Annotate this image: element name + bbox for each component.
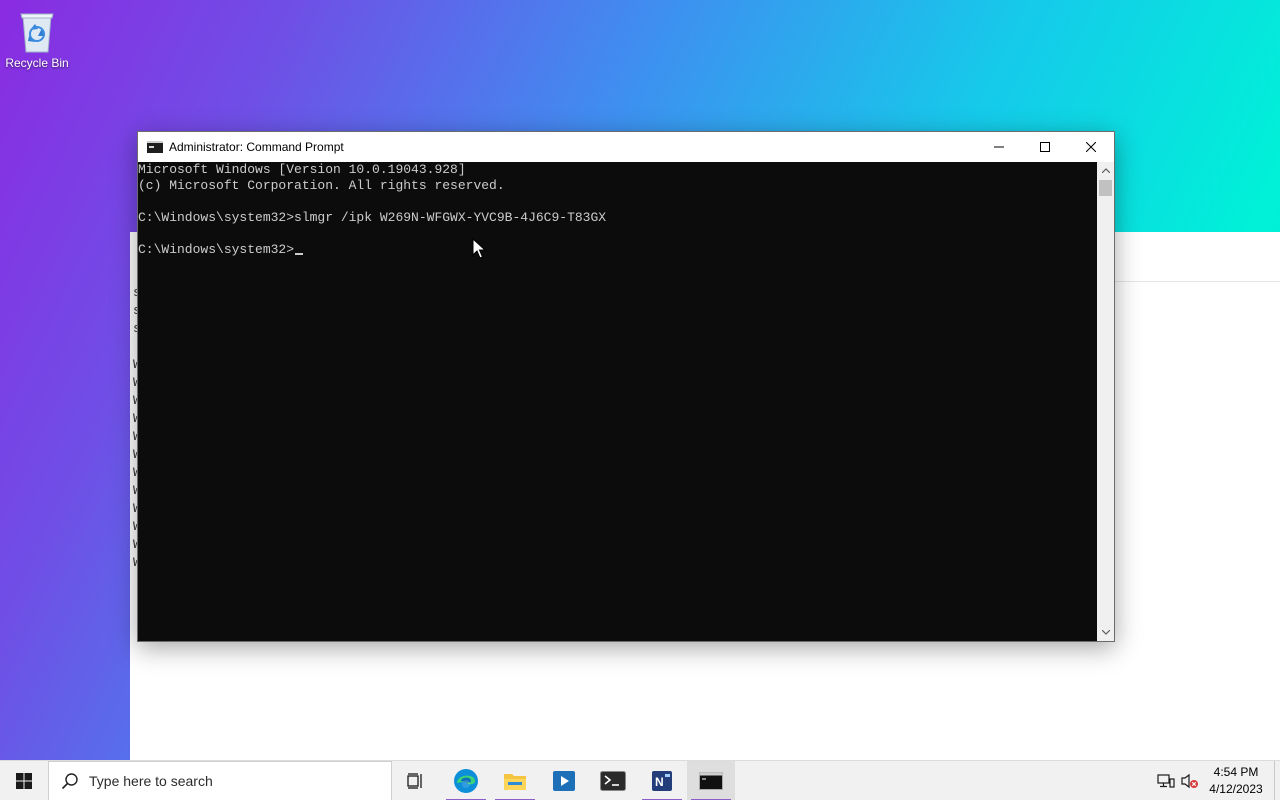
media-player-icon	[553, 771, 575, 791]
network-icon	[1157, 774, 1175, 788]
search-placeholder: Type here to search	[89, 773, 213, 789]
command-prompt-window[interactable]: Administrator: Command Prompt Microsoft …	[137, 131, 1115, 642]
mouse-pointer-icon	[472, 238, 486, 259]
taskbar-file-explorer[interactable]	[491, 761, 539, 800]
taskbar-media-player[interactable]	[540, 761, 588, 800]
console-line: C:\Windows\system32>slmgr /ipk W269N-WFG…	[138, 210, 607, 225]
cmd-icon	[699, 772, 723, 790]
cmd-app-icon	[147, 141, 163, 153]
folder-icon	[504, 774, 526, 790]
maximize-button[interactable]	[1022, 132, 1068, 162]
console-output[interactable]: Microsoft Windows [Version 10.0.19043.92…	[138, 162, 1097, 641]
desktop-icon-label: Recycle Bin	[5, 56, 69, 70]
window-controls	[976, 132, 1114, 162]
vertical-scrollbar[interactable]	[1097, 162, 1114, 641]
text-cursor	[295, 253, 304, 255]
desktop-icon-recycle-bin[interactable]: Recycle Bin	[4, 8, 70, 76]
clock-date: 4/12/2023	[1209, 782, 1263, 796]
minimize-icon	[994, 146, 1004, 148]
window-titlebar[interactable]: Administrator: Command Prompt	[138, 132, 1114, 162]
notepad-icon: N	[652, 771, 672, 791]
window-title: Administrator: Command Prompt	[169, 140, 344, 154]
chevron-down-icon	[1101, 630, 1110, 635]
taskbar-powershell[interactable]	[589, 761, 637, 800]
taskbar: Type here to search N 4:54 PM 4/12/2023	[0, 760, 1280, 800]
chevron-up-icon	[1101, 168, 1110, 173]
taskbar-edge[interactable]	[442, 761, 490, 800]
scroll-up-button[interactable]	[1097, 162, 1114, 179]
recycle-bin-icon	[20, 13, 54, 53]
start-button[interactable]	[0, 761, 48, 800]
system-tray: 4:54 PM 4/12/2023	[1154, 761, 1280, 800]
close-icon	[1086, 142, 1096, 152]
tray-network[interactable]	[1154, 761, 1178, 800]
search-icon	[61, 773, 78, 790]
scroll-down-button[interactable]	[1097, 624, 1114, 641]
svg-text:N: N	[655, 775, 664, 789]
windows-start-icon	[16, 773, 32, 789]
clock-time: 4:54 PM	[1213, 765, 1259, 779]
console-line: (c) Microsoft Corporation. All rights re…	[138, 178, 505, 193]
maximize-icon	[1040, 142, 1050, 152]
minimize-button[interactable]	[976, 132, 1022, 162]
close-button[interactable]	[1068, 132, 1114, 162]
volume-muted-icon	[1181, 773, 1198, 789]
tray-clock[interactable]: 4:54 PM 4/12/2023	[1202, 764, 1270, 798]
taskbar-search-box[interactable]: Type here to search	[48, 761, 392, 800]
show-desktop-button[interactable]	[1274, 761, 1280, 800]
console-line: Microsoft Windows [Version 10.0.19043.92…	[138, 162, 466, 177]
task-view-icon	[407, 773, 422, 789]
terminal-icon	[600, 771, 626, 791]
console-prompt-line[interactable]: C:\Windows\system32>	[138, 242, 1097, 258]
edge-icon	[454, 769, 478, 793]
scrollbar-thumb[interactable]	[1099, 180, 1112, 196]
taskbar-command-prompt[interactable]	[687, 761, 735, 800]
background-window-divider	[1115, 281, 1280, 282]
taskbar-notepad[interactable]: N	[638, 761, 686, 800]
taskbar-task-view[interactable]	[392, 761, 440, 800]
console-prompt: C:\Windows\system32>	[138, 242, 295, 257]
tray-volume[interactable]	[1178, 761, 1202, 800]
